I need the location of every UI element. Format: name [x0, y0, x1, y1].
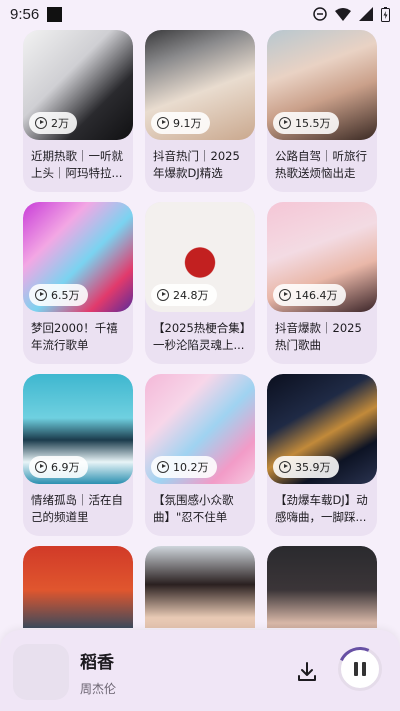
- playlist-card[interactable]: 6.5万 梦回2000！千禧年流行歌单: [23, 202, 133, 364]
- now-playing-artwork[interactable]: [13, 644, 69, 700]
- playlist-card[interactable]: 24.8万 【2025热梗合集】一秒沦陷灵魂上...: [145, 202, 255, 364]
- play-icon: [35, 289, 47, 301]
- playlist-card[interactable]: 35.9万 【劲爆车载DJ】动感嗨曲，一脚踩...: [267, 374, 377, 536]
- playlist-title: 【2025热梗合集】一秒沦陷灵魂上...: [153, 321, 246, 352]
- playlist-title: 【氛围感小众歌曲】"忍不住单曲...: [153, 493, 234, 524]
- playlist-title: 抖音热门｜2025年爆款DJ精选: [153, 149, 240, 180]
- play-count: 2万: [51, 117, 69, 130]
- playlist-title: 抖音爆款｜2025热门歌曲: [275, 321, 362, 352]
- play-count: 10.2万: [173, 461, 209, 474]
- battery-icon: [381, 6, 390, 22]
- pause-button[interactable]: [331, 640, 389, 698]
- play-icon: [279, 117, 291, 129]
- play-count-badge: 15.5万: [273, 112, 339, 134]
- play-count-badge: 9.1万: [151, 112, 210, 134]
- playlist-card[interactable]: 146.4万 抖音爆款｜2025热门歌曲: [267, 202, 377, 364]
- now-playing-bar[interactable]: 稻香 周杰伦: [0, 630, 400, 711]
- playlist-card[interactable]: [23, 546, 133, 628]
- status-icons: [313, 6, 390, 22]
- play-count: 35.9万: [295, 461, 331, 474]
- play-count-badge: 35.9万: [273, 456, 339, 478]
- now-playing-artist: 周杰伦: [80, 682, 117, 696]
- play-count-badge: 2万: [29, 112, 77, 134]
- playlist-card[interactable]: 9.1万 抖音热门｜2025年爆款DJ精选: [145, 30, 255, 192]
- play-count-badge: 10.2万: [151, 456, 217, 478]
- play-count-badge: 146.4万: [273, 284, 346, 306]
- play-count: 6.5万: [51, 289, 80, 302]
- playlist-card[interactable]: 2万 近期热歌｜一听就上头｜阿玛特拉...: [23, 30, 133, 192]
- play-icon: [279, 289, 291, 301]
- progress-ring: [331, 640, 389, 698]
- playlist-cover: [23, 546, 133, 628]
- status-time: 9:56: [10, 5, 40, 23]
- wifi-icon: [335, 7, 351, 21]
- play-count-badge: 6.5万: [29, 284, 88, 306]
- playlist-title: 【劲爆车载DJ】动感嗨曲，一脚踩...: [275, 493, 368, 524]
- status-bar: 9:56: [0, 0, 400, 28]
- play-count-badge: 24.8万: [151, 284, 217, 306]
- download-icon[interactable]: [295, 660, 319, 684]
- dnd-icon: [313, 7, 327, 21]
- play-icon: [35, 117, 47, 129]
- playlist-card[interactable]: 10.2万 【氛围感小众歌曲】"忍不住单曲...: [145, 374, 255, 536]
- playlist-title: 梦回2000！千禧年流行歌单: [31, 321, 118, 352]
- signal-icon: [359, 7, 373, 21]
- play-count-badge: 6.9万: [29, 456, 88, 478]
- playlist-card[interactable]: 6.9万 情绪孤岛｜活在自己的频道里: [23, 374, 133, 536]
- play-count: 6.9万: [51, 461, 80, 474]
- play-icon: [35, 461, 47, 473]
- playlist-title: 公路自驾｜听旅行热歌送烦恼出走: [275, 149, 367, 180]
- play-icon: [279, 461, 291, 473]
- play-count: 146.4万: [295, 289, 338, 302]
- notification-icon: [47, 6, 63, 22]
- play-count: 9.1万: [173, 117, 202, 130]
- playlist-cover: [267, 546, 377, 628]
- playlist-title: 近期热歌｜一听就上头｜阿玛特拉...: [31, 149, 123, 180]
- play-count: 24.8万: [173, 289, 209, 302]
- play-count: 15.5万: [295, 117, 331, 130]
- play-icon: [157, 117, 169, 129]
- playlist-card[interactable]: [145, 546, 255, 628]
- play-icon: [157, 289, 169, 301]
- playlist-cover: [145, 546, 255, 628]
- playlist-card[interactable]: 15.5万 公路自驾｜听旅行热歌送烦恼出走: [267, 30, 377, 192]
- play-icon: [157, 461, 169, 473]
- now-playing-title: 稻香: [80, 653, 114, 673]
- playlist-grid: 2万 近期热歌｜一听就上头｜阿玛特拉... 9.1万 抖音热门｜2025年爆款D…: [0, 28, 400, 628]
- playlist-card[interactable]: [267, 546, 377, 628]
- playlist-title: 情绪孤岛｜活在自己的频道里: [31, 493, 123, 524]
